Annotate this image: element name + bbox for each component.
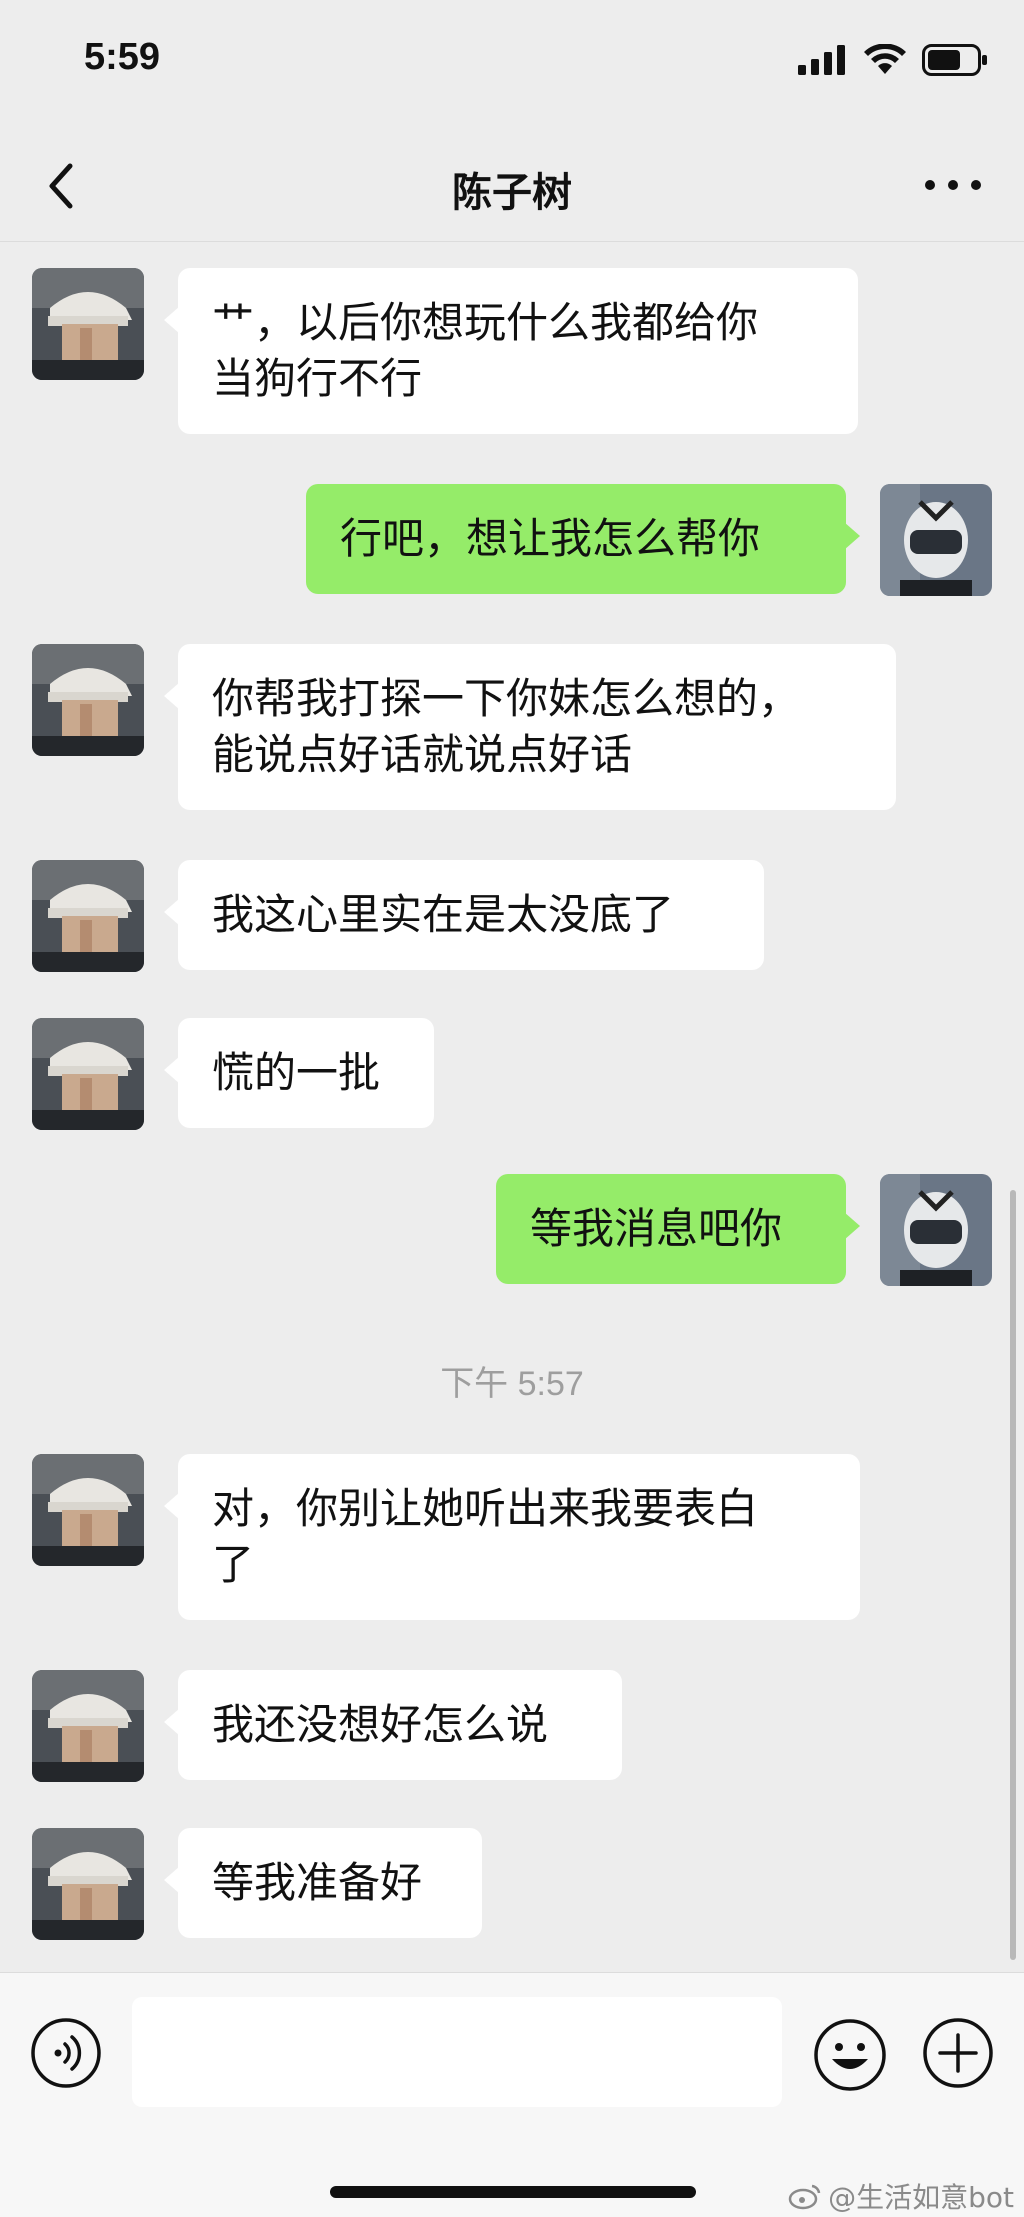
contact-avatar[interactable] [32,1670,144,1782]
message-bubble[interactable]: 我还没想好怎么说 [164,1670,622,1780]
message-bubble[interactable]: 你帮我打探一下你妹怎么想的， 能说点好话就说点好话 [164,644,896,810]
message-bubble[interactable]: 慌的一批 [164,1018,434,1128]
contact-avatar[interactable] [32,268,144,380]
self-avatar[interactable] [880,484,992,596]
message-bubble[interactable]: 我这心里实在是太没底了 [164,860,764,970]
status-icons [798,44,988,76]
status-bar: 5:59 [0,0,1024,130]
battery-icon [922,44,987,76]
chat-header: 陈子树 [0,130,1024,242]
chat-title: 陈子树 [452,170,572,216]
emoji-icon[interactable] [812,2017,888,2093]
message-input[interactable] [132,1997,782,2107]
message-bubble[interactable]: 等我消息吧你 [496,1174,860,1284]
message-list[interactable]: 艹，以后你想玩什么我都给你 当狗行不行 行吧，想让我怎么帮你 你帮我打探一下你妹… [0,242,1024,1972]
voice-icon[interactable] [30,2017,102,2089]
message-bubble[interactable]: 行吧，想让我怎么帮你 [306,484,860,594]
signal-icon [798,45,845,75]
contact-avatar[interactable] [32,644,144,756]
contact-avatar[interactable] [32,1454,144,1566]
wifi-icon [864,44,906,74]
self-avatar[interactable] [880,1174,992,1286]
message-bubble[interactable]: 艹，以后你想玩什么我都给你 当狗行不行 [164,268,858,434]
plus-icon[interactable] [922,2017,994,2089]
contact-avatar[interactable] [32,1018,144,1130]
message-bubble[interactable]: 等我准备好 [164,1828,482,1938]
message-bubble[interactable]: 对，你别让她听出来我要表白 了 [164,1454,860,1620]
watermark-text: @生活如意bot [828,2181,1014,2214]
status-time: 5:59 [84,36,161,78]
message-timestamp: 下午 5:57 [440,1365,584,1403]
home-indicator[interactable] [330,2186,696,2198]
contact-avatar[interactable] [32,860,144,972]
weibo-icon [788,2184,821,2210]
contact-avatar[interactable] [32,1828,144,1940]
watermark: @生活如意bot [788,2176,1014,2216]
scrollbar[interactable] [1010,1190,1016,1960]
more-dots-icon[interactable] [918,160,988,210]
